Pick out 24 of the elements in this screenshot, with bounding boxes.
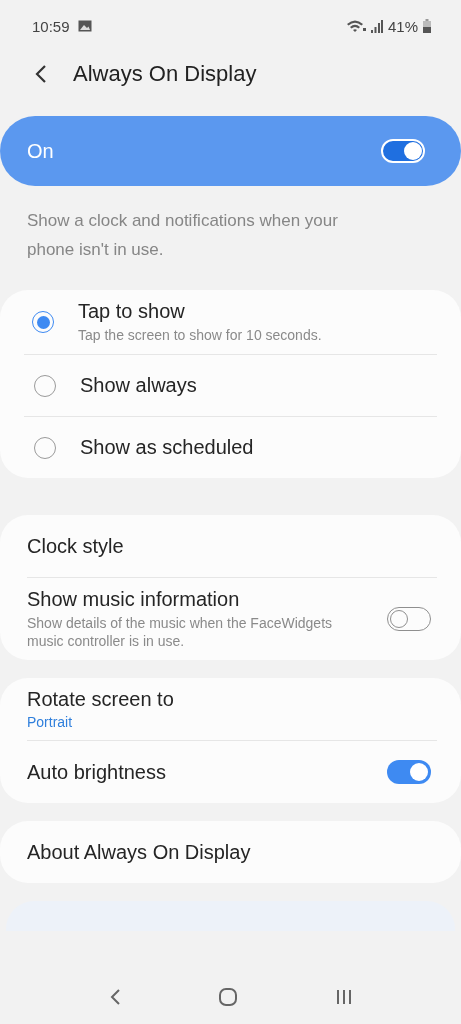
toggle-switch[interactable]: [387, 760, 431, 784]
home-icon[interactable]: [217, 987, 238, 1007]
setting-title[interactable]: Auto brightness: [27, 760, 377, 784]
option-label[interactable]: Show always: [80, 374, 197, 397]
setting-title[interactable]: Clock style: [27, 534, 437, 558]
setting-title[interactable]: Rotate screen to: [27, 688, 437, 711]
option-label[interactable]: Show as scheduled: [80, 436, 254, 459]
recent-apps-icon[interactable]: [334, 988, 353, 1006]
signal-icon: [370, 19, 383, 33]
setting-title[interactable]: About Always On Display: [27, 840, 437, 864]
battery-icon: [423, 19, 431, 33]
setting-summary: Show details of the music when the FaceWidgets music controller is in use.: [27, 614, 334, 650]
description-text: Show a clock and notifications when your phone isn't in use.: [26, 210, 339, 261]
master-switch-label: On: [27, 139, 55, 163]
setting-value: Portrait: [27, 714, 74, 730]
image-icon: [77, 20, 92, 32]
status-time: 10:59: [32, 17, 70, 35]
battery-percent: 41%: [387, 17, 418, 35]
wifi-icon: [345, 19, 366, 33]
option-summary: Tap the screen to show for 10 seconds.: [78, 326, 322, 344]
back-icon[interactable]: [108, 988, 121, 1006]
option-label[interactable]: Tap to show: [78, 300, 322, 323]
setting-title[interactable]: Show music information: [27, 588, 377, 611]
page-title: Always On Display: [73, 61, 257, 87]
